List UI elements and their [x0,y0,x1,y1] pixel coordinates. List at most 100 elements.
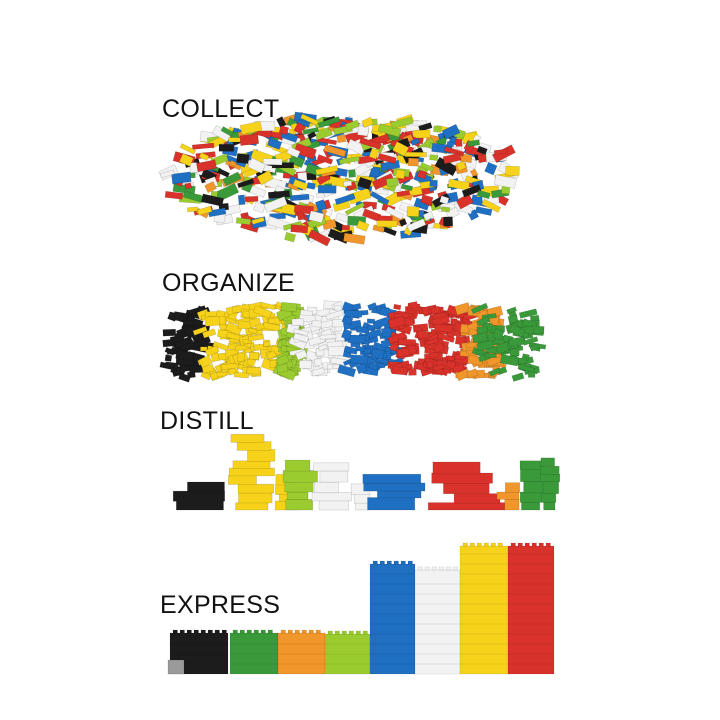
brick [484,161,498,176]
brick [376,490,422,499]
brick [429,154,439,161]
stud [462,542,468,547]
brick [540,465,560,475]
brick [541,492,557,503]
stage-label-collect: COLLECT [162,95,280,123]
stud [172,629,178,634]
brick [496,491,520,500]
brick [543,501,556,511]
brick [290,224,309,234]
brick [504,482,520,493]
stud [193,629,199,634]
brick [238,492,273,504]
stud [200,629,206,634]
brick [172,490,225,502]
stud [315,629,321,634]
brick [317,184,337,194]
brick [186,206,199,213]
stud [452,566,458,571]
brick [313,357,323,367]
brick [540,473,561,483]
stud [232,629,238,634]
stud [362,630,368,635]
stud [490,542,496,547]
stud [207,629,213,634]
brick [318,500,350,511]
brick [520,468,544,483]
stud [348,630,354,635]
brick [355,220,370,232]
stud [214,629,220,634]
stud [327,630,333,635]
brick [371,348,385,360]
brick [341,224,351,231]
stud [246,629,252,634]
stud [334,630,340,635]
brick [407,157,420,167]
stud [280,629,286,634]
brick [408,368,417,376]
stud [221,629,227,634]
brick [376,220,398,228]
brick [237,483,275,494]
base-plate [167,659,185,675]
stud [294,629,300,634]
brick [434,323,453,333]
stud [476,542,482,547]
brick [284,459,311,472]
brick [235,502,269,511]
bar [369,563,416,675]
brick [455,138,463,147]
stud [386,560,392,565]
brick [282,470,318,483]
brick [453,493,501,504]
stud [524,542,530,547]
stud [510,542,516,547]
stud [517,542,523,547]
brick [519,491,545,503]
brick [505,165,520,176]
brick [248,351,259,360]
brick [218,143,235,152]
brick [286,491,309,500]
stud [393,560,399,565]
brick [431,472,493,484]
brick [408,301,419,310]
brick [406,206,420,217]
brick [316,192,325,198]
brick [280,301,298,313]
brick [182,319,202,326]
brick [236,152,250,165]
brick [176,500,224,511]
brick [298,360,312,369]
brick [336,134,347,144]
brick [517,357,528,365]
bar [507,545,555,675]
brick [319,333,337,340]
brick [432,461,481,475]
stud [301,629,307,634]
brick [429,351,440,359]
brick [504,498,520,511]
brick [429,179,438,188]
brick [319,470,349,483]
lego-data-process-figure: COLLECT ORGANIZE DISTILL EXPRESS [0,0,720,720]
brick [230,433,265,443]
brick [313,481,339,494]
stud [253,629,259,634]
stage-label-express: EXPRESS [160,591,281,619]
brick [313,462,350,472]
brick [396,347,410,358]
brick [540,457,555,467]
brick [233,371,250,379]
brick [400,183,414,192]
brick [311,492,353,502]
brick [350,354,369,365]
stud [469,542,475,547]
brick [523,481,544,494]
brick [289,193,310,202]
stud [186,629,192,634]
stud [260,629,266,634]
brick [187,481,225,492]
stud [355,630,361,635]
